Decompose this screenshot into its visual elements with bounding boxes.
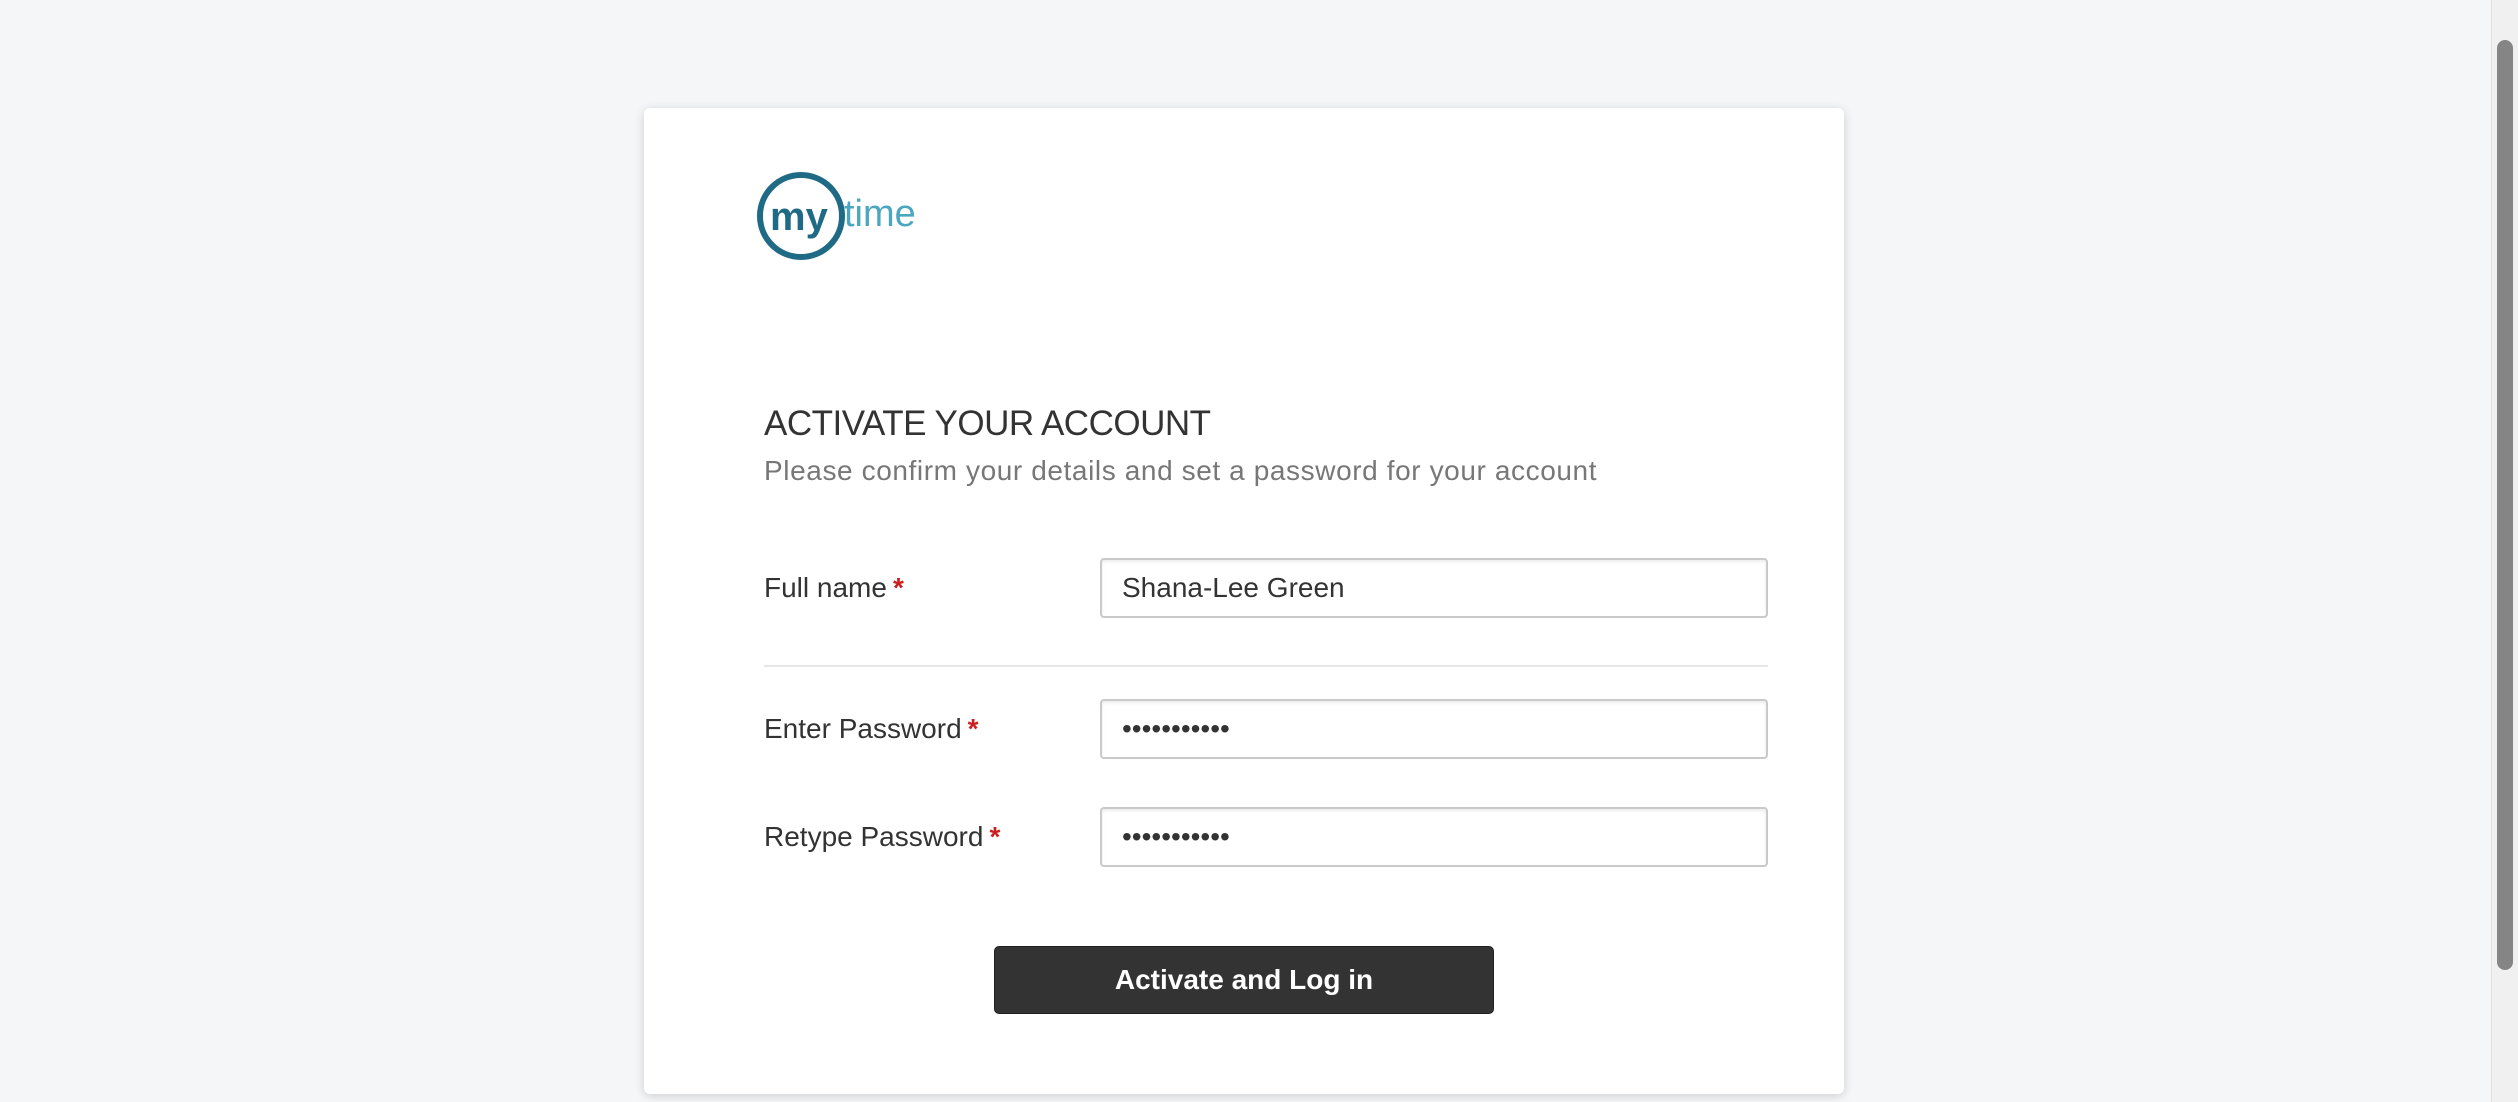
scrollbar-thumb[interactable]: [2497, 40, 2513, 970]
full-name-input[interactable]: [1100, 558, 1768, 618]
retype-password-label: Retype Password *: [764, 821, 1000, 853]
mytime-logo: my time: [757, 172, 916, 260]
full-name-label: Full name *: [764, 572, 904, 604]
full-name-label-text: Full name: [764, 572, 887, 603]
activation-card: my time ACTIVATE YOUR ACCOUNT Please con…: [644, 108, 1844, 1094]
retype-password-label-text: Retype Password: [764, 821, 984, 852]
logo-my-text: my: [770, 195, 829, 239]
page: my time ACTIVATE YOUR ACCOUNT Please con…: [0, 0, 2518, 1102]
required-marker: *: [967, 713, 979, 744]
required-marker: *: [989, 821, 1001, 852]
required-marker: *: [892, 572, 904, 603]
form-divider: [764, 665, 1768, 667]
password-label-text: Enter Password: [764, 713, 962, 744]
activate-login-button[interactable]: Activate and Log in: [994, 946, 1494, 1014]
full-name-row: Full name *: [764, 558, 1768, 618]
password-row: Enter Password *: [764, 699, 1768, 759]
page-title: ACTIVATE YOUR ACCOUNT: [764, 404, 1211, 443]
retype-password-row: Retype Password *: [764, 807, 1768, 867]
vertical-scrollbar[interactable]: [2491, 0, 2518, 1102]
retype-password-input[interactable]: [1100, 807, 1768, 867]
password-input[interactable]: [1100, 699, 1768, 759]
password-label: Enter Password *: [764, 713, 979, 745]
logo-time-text: time: [844, 193, 916, 235]
page-subtitle: Please confirm your details and set a pa…: [764, 455, 1598, 486]
